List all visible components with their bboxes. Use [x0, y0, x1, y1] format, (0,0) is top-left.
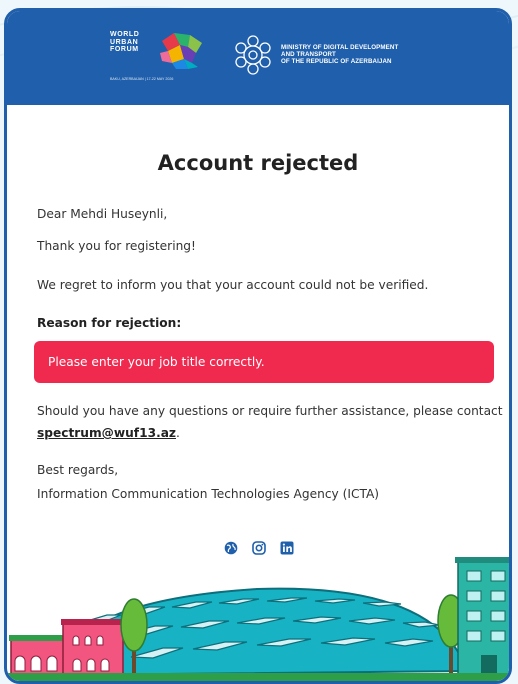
regards-text: Best regards,	[37, 463, 119, 477]
rejection-reason-alert: Please enter your job title correctly.	[34, 341, 494, 383]
wuf-logo-tagline: BAKU, AZERBAIJAN | 17-22 MAY 2026	[110, 77, 174, 81]
regret-text: We regret to inform you that your accoun…	[37, 278, 429, 292]
email-card: WORLD URBAN FORUM BAKU, AZERBAIJAN | 17-…	[4, 8, 512, 684]
greeting-text: Dear Mehdi Huseynli,	[37, 207, 168, 221]
thanks-text: Thank you for registering!	[37, 239, 196, 253]
contact-email-link[interactable]: spectrum@wuf13.az	[37, 426, 176, 440]
ministry-name: MINISTRY OF DIGITAL DEVELOPMENT AND TRAN…	[281, 44, 398, 66]
rejection-reason-text: Please enter your job title correctly.	[48, 355, 265, 369]
signature-text: Information Communication Technologies A…	[37, 487, 380, 501]
contact-email-line: spectrum@wuf13.az.	[37, 426, 180, 440]
reason-heading: Reason for rejection:	[37, 316, 182, 330]
contact-text: Should you have any questions or require…	[37, 404, 503, 418]
email-header: WORLD URBAN FORUM BAKU, AZERBAIJAN | 17-…	[7, 11, 509, 105]
world-urban-forum-logo: WORLD URBAN FORUM BAKU, AZERBAIJAN | 17-…	[110, 31, 220, 87]
contact-end: .	[176, 426, 180, 440]
page-title: Account rejected	[157, 151, 359, 175]
ministry-line-2: AND TRANSPORT	[281, 51, 336, 59]
wuf-mark-icon	[160, 33, 202, 69]
wuf-logo-text: WORLD URBAN FORUM	[110, 31, 140, 53]
ministry-logo: MINISTRY OF DIGITAL DEVELOPMENT AND TRAN…	[231, 33, 451, 83]
ministry-line-1: MINISTRY OF DIGITAL DEVELOPMENT	[281, 44, 399, 51]
ministry-emblem-icon	[235, 35, 271, 75]
ministry-line-3: OF THE REPUBLIC OF AZERBAIJAN	[281, 58, 392, 66]
stadium-illustration	[7, 557, 509, 681]
